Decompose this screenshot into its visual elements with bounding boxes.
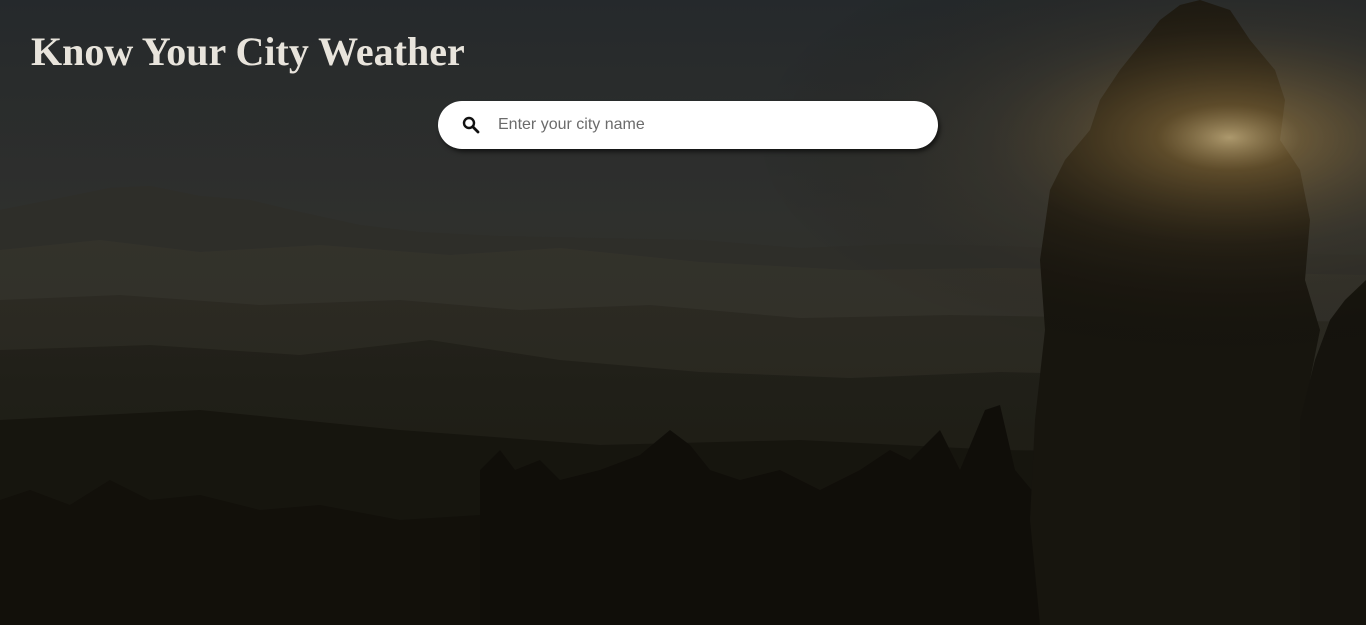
page-title: Know Your City Weather	[31, 29, 465, 74]
search-icon[interactable]	[462, 116, 480, 134]
background-landscape-image	[0, 0, 1366, 625]
city-search-input[interactable]	[498, 101, 918, 149]
search-bar[interactable]	[438, 101, 938, 149]
